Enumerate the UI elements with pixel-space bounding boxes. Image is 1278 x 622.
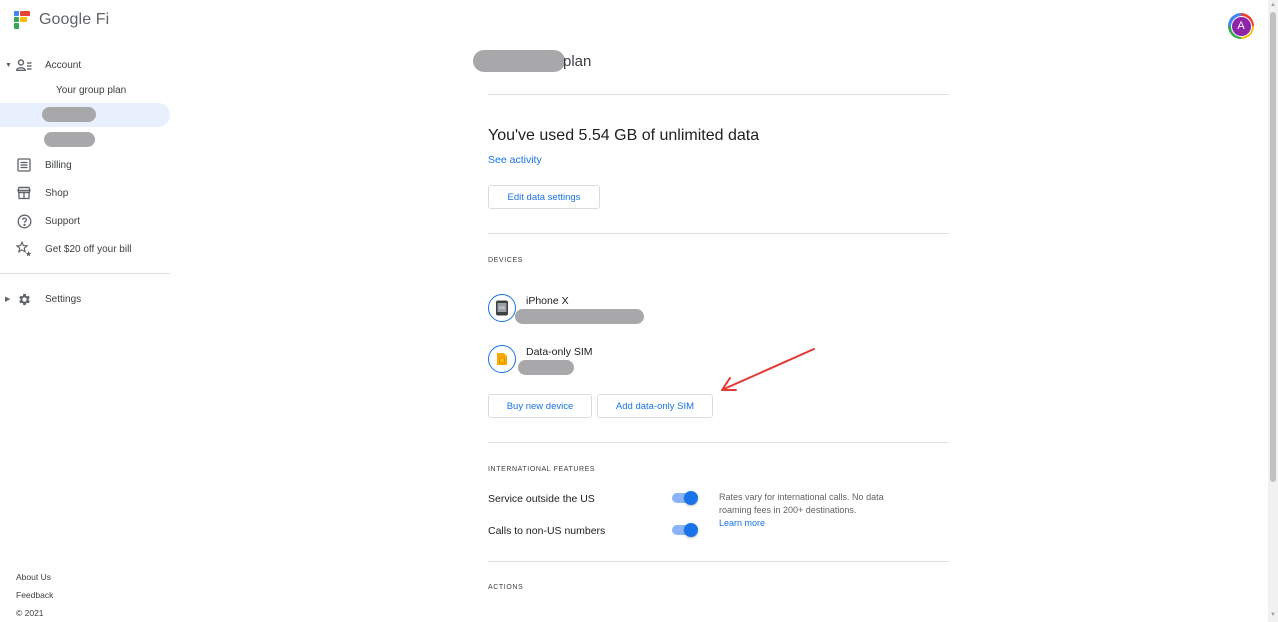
sidebar-item-shop[interactable]: Shop xyxy=(0,181,170,205)
redacted-member-name[interactable] xyxy=(42,107,96,122)
caret-down-icon[interactable]: ▼ xyxy=(5,62,12,69)
see-activity-link[interactable]: See activity xyxy=(488,154,542,166)
svg-text:iOS: iOS xyxy=(499,306,506,310)
divider xyxy=(488,233,949,234)
redacted-plan-name xyxy=(473,50,565,72)
scrollbar-thumb[interactable] xyxy=(1270,12,1276,482)
calls-non-us-toggle[interactable] xyxy=(672,523,698,537)
caret-right-icon[interactable]: ▶ xyxy=(5,295,10,303)
redacted-member-name[interactable] xyxy=(44,132,95,147)
sidebar-item-label: Shop xyxy=(45,187,69,199)
sidebar-item-settings[interactable]: ▶ Settings xyxy=(0,287,170,311)
scrollbar[interactable]: ▲ ▼ xyxy=(1268,0,1278,622)
toggle-thumb xyxy=(684,491,698,505)
feature-label: Service outside the US xyxy=(488,493,595,505)
sidebar-divider xyxy=(0,273,170,274)
brand-name: Google Fi xyxy=(39,11,110,28)
sidebar-item-referral[interactable]: Get $20 off your bill xyxy=(0,237,170,261)
redacted-phone-number xyxy=(518,360,574,375)
service-outside-us-toggle[interactable] xyxy=(672,491,698,505)
sidebar-item-billing[interactable]: Billing xyxy=(0,153,170,177)
actions-heading: ACTIONS xyxy=(488,584,524,591)
sidebar-item-label: Settings xyxy=(45,293,82,305)
phone-icon[interactable]: iOS xyxy=(488,294,516,322)
stars-icon xyxy=(16,241,32,257)
help-circle-icon xyxy=(16,213,32,229)
sidebar-item-label: Get $20 off your bill xyxy=(45,243,132,255)
google-fi-logo[interactable]: Google Fi xyxy=(14,11,109,29)
device-name[interactable]: Data-only SIM xyxy=(526,346,593,358)
feature-label: Calls to non-US numbers xyxy=(488,525,606,537)
data-usage-heading: You've used 5.54 GB of unlimited data xyxy=(488,127,760,144)
billing-icon xyxy=(16,157,32,173)
redacted-phone-number xyxy=(515,309,644,324)
sidebar-item-label: Billing xyxy=(45,159,72,171)
scroll-down-icon[interactable]: ▼ xyxy=(1270,612,1276,618)
annotation-arrow xyxy=(721,348,815,391)
devices-heading: DEVICES xyxy=(488,257,523,264)
account-icon xyxy=(16,57,32,73)
international-features-heading: INTERNATIONAL FEATURES xyxy=(488,466,596,473)
gear-icon xyxy=(16,291,32,307)
store-icon xyxy=(16,185,32,201)
buy-new-device-button[interactable]: Buy new device xyxy=(488,394,592,418)
sidebar-item-your-group-plan[interactable]: Your group plan xyxy=(56,85,126,96)
divider xyxy=(488,94,949,95)
sidebar-item-label: Support xyxy=(45,215,81,227)
account-avatar[interactable]: A xyxy=(1228,13,1254,39)
add-data-only-sim-button[interactable]: Add data-only SIM xyxy=(597,394,713,418)
avatar-initial: A xyxy=(1230,15,1252,37)
learn-more-link[interactable]: Learn more xyxy=(719,518,765,528)
divider xyxy=(488,442,949,443)
sidebar-item-label: Account xyxy=(45,59,82,71)
toggle-thumb xyxy=(684,523,698,537)
device-name[interactable]: iPhone X xyxy=(526,295,569,307)
edit-data-settings-button[interactable]: Edit data settings xyxy=(488,185,600,209)
divider xyxy=(488,561,949,562)
sidebar-item-account[interactable]: ▼ Account xyxy=(0,53,170,77)
scroll-up-icon[interactable]: ▲ xyxy=(1270,2,1276,8)
fi-logo-icon xyxy=(14,11,30,29)
feedback-link[interactable]: Feedback xyxy=(16,590,53,600)
sim-card-icon[interactable] xyxy=(488,345,516,373)
page-title: plan xyxy=(563,53,592,70)
international-note: Rates vary for international calls. No d… xyxy=(719,492,884,515)
about-us-link[interactable]: About Us xyxy=(16,572,51,582)
copyright-text: © 2021 xyxy=(16,608,44,618)
sidebar-item-support[interactable]: Support xyxy=(0,209,170,233)
